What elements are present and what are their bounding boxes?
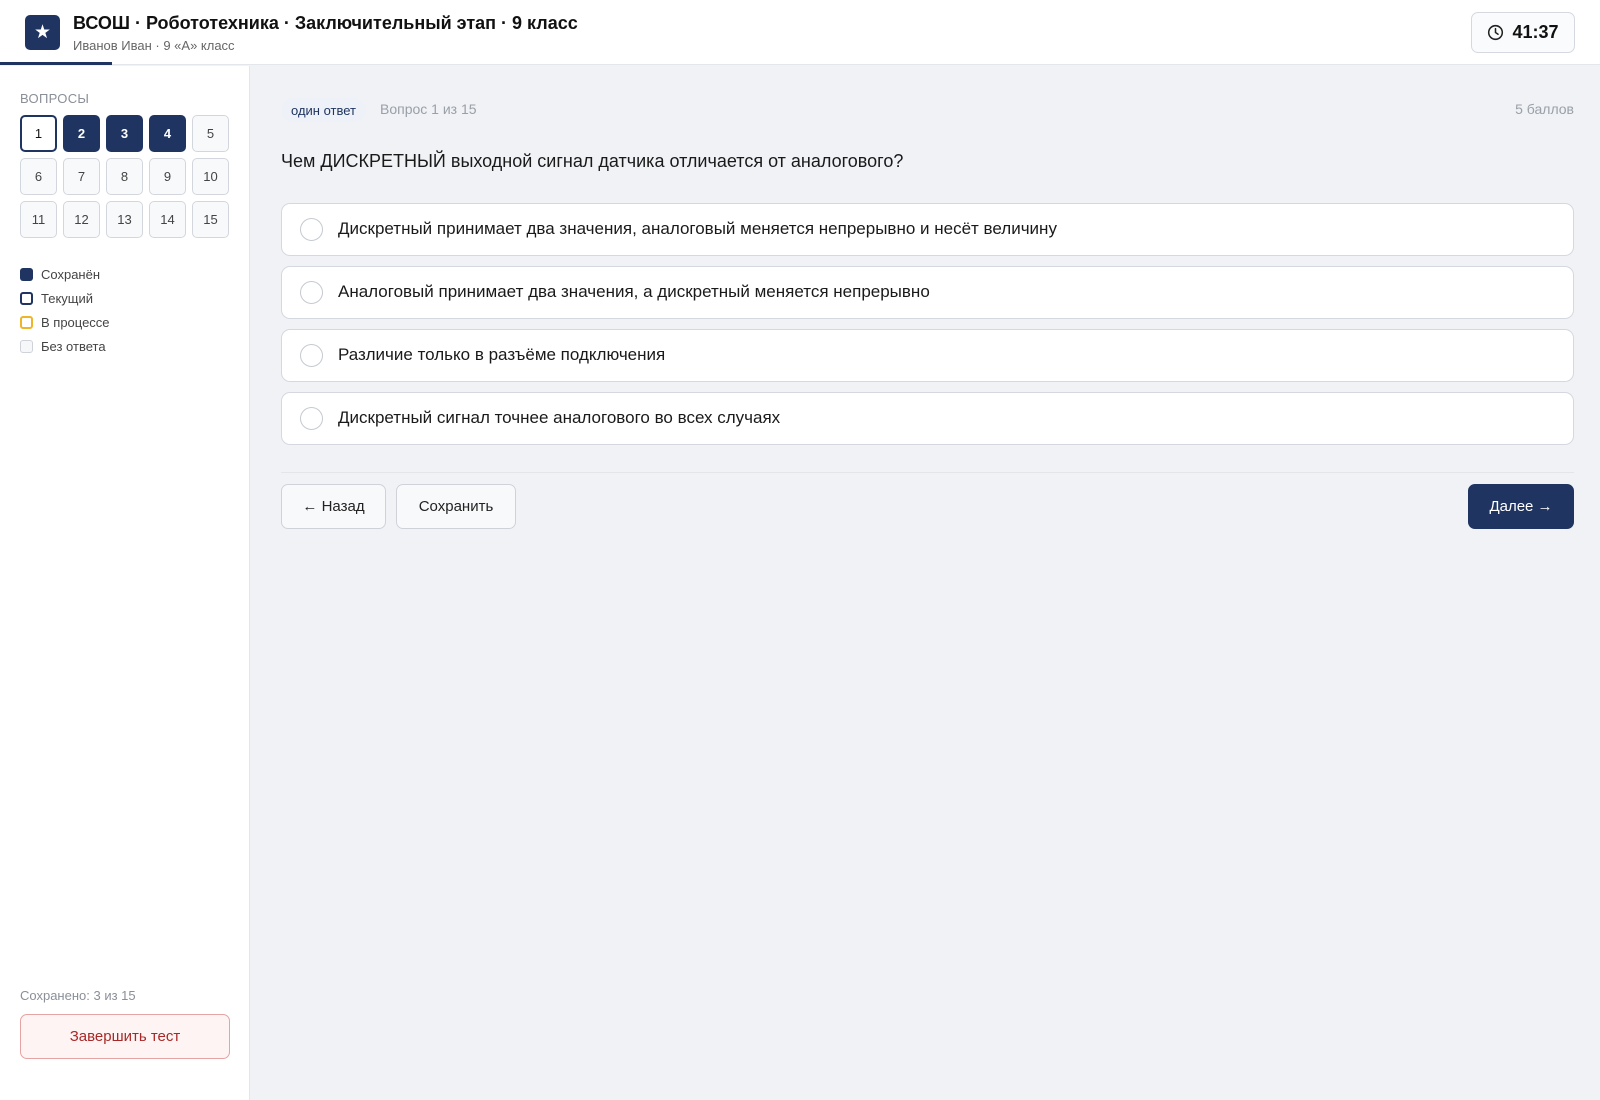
saved-count: Сохранено: 3 из 15 xyxy=(20,988,136,1003)
answer-option-label: Аналоговый принимает два значения, а дис… xyxy=(338,282,930,301)
question-nav-button[interactable]: 4 xyxy=(149,115,186,152)
clock-icon xyxy=(1488,24,1504,41)
exam-title: ВСОШ · Робототехника · Заключительный эт… xyxy=(73,13,578,33)
answer-option[interactable]: Дискретный сигнал точнее аналогового во … xyxy=(281,392,1574,445)
legend-no-answer: Без ответа xyxy=(20,334,110,358)
question-nav-button[interactable]: 15 xyxy=(192,201,229,238)
saved-swatch-icon xyxy=(20,267,33,281)
timer-value: 41:37 xyxy=(1512,22,1559,42)
question-points: 5 баллов xyxy=(1515,101,1574,117)
question-meta: один ответ Вопрос 1 из 15 5 баллов xyxy=(281,98,1574,122)
answer-options: Дискретный принимает два значения, анало… xyxy=(281,203,1574,455)
answer-option[interactable]: Дискретный принимает два значения, анало… xyxy=(281,203,1574,256)
top-bar: ★ ВСОШ · Робототехника · Заключительный … xyxy=(0,0,1600,65)
question-nav-button[interactable]: 5 xyxy=(192,115,229,152)
question-nav-button[interactable]: 9 xyxy=(149,158,186,195)
next-button[interactable]: Далее → xyxy=(1468,484,1574,529)
question-nav-button[interactable]: 8 xyxy=(106,158,143,195)
legend-saved-label: Сохранён xyxy=(41,266,101,282)
question-nav-button[interactable]: 12 xyxy=(63,201,100,238)
radio-button[interactable] xyxy=(300,344,323,367)
divider xyxy=(281,472,1574,473)
student-name: Иванов Иван · 9 «А» класс xyxy=(73,38,235,53)
legend-no-answer-label: Без ответа xyxy=(41,338,106,354)
answer-option[interactable]: Аналоговый принимает два значения, а дис… xyxy=(281,266,1574,319)
star-logo-icon: ★ xyxy=(25,15,60,50)
current-swatch-icon xyxy=(20,291,33,305)
status-legend: Сохранён Текущий В процессе Без ответа xyxy=(20,262,110,358)
radio-button[interactable] xyxy=(300,281,323,304)
radio-button[interactable] xyxy=(300,407,323,430)
question-number: Вопрос 1 из 15 xyxy=(380,101,477,117)
no-answer-swatch-icon xyxy=(20,339,33,353)
question-nav-button[interactable]: 11 xyxy=(20,201,57,238)
question-nav-button[interactable]: 2 xyxy=(63,115,100,152)
legend-current-label: Текущий xyxy=(41,290,93,306)
in-progress-swatch-icon xyxy=(20,315,33,329)
answer-option[interactable]: Различие только в разъёме подключения xyxy=(281,329,1574,382)
question-nav-button[interactable]: 10 xyxy=(192,158,229,195)
question-nav-button[interactable]: 1 xyxy=(20,115,57,152)
save-button[interactable]: Сохранить xyxy=(396,484,516,529)
answer-option-label: Дискретный сигнал точнее аналогового во … xyxy=(338,408,781,427)
question-text: Чем ДИСКРЕТНЫЙ выходной сигнал датчика о… xyxy=(281,151,904,171)
question-nav-button[interactable]: 14 xyxy=(149,201,186,238)
legend-saved: Сохранён xyxy=(20,262,110,286)
finish-test-button[interactable]: Завершить тест xyxy=(20,1014,230,1059)
answer-option-label: Различие только в разъёме подключения xyxy=(338,345,666,364)
question-nav-button[interactable]: 7 xyxy=(63,158,100,195)
answer-option-label: Дискретный принимает два значения, анало… xyxy=(338,219,1057,238)
question-navigator: 1 2 3 4 5 6 7 8 9 10 11 12 13 14 15 xyxy=(20,115,229,238)
question-nav-button[interactable]: 3 xyxy=(106,115,143,152)
legend-in-progress: В процессе xyxy=(20,310,110,334)
question-nav-button[interactable]: 6 xyxy=(20,158,57,195)
legend-current: Текущий xyxy=(20,286,110,310)
test-progress-bar xyxy=(0,62,112,65)
answer-type-badge: один ответ xyxy=(281,98,366,122)
radio-button[interactable] xyxy=(300,218,323,241)
questions-heading: ВОПРОСЫ xyxy=(20,91,90,106)
question-nav-button[interactable]: 13 xyxy=(106,201,143,238)
question-sidebar: ВОПРОСЫ 1 2 3 4 5 6 7 8 9 10 11 12 13 14 15 Сохранён Т… xyxy=(0,66,250,1100)
back-button[interactable]: ← Назад xyxy=(281,484,386,529)
timer: 41:37 xyxy=(1471,12,1575,53)
legend-in-progress-label: В процессе xyxy=(41,314,110,330)
